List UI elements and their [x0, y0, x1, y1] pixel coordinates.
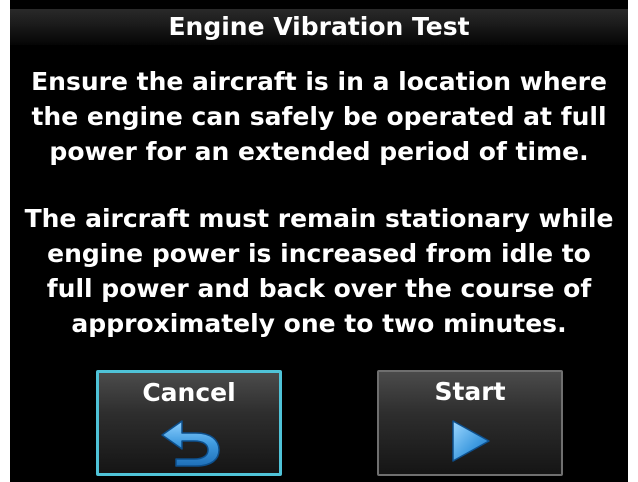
- page-title: Engine Vibration Test: [10, 9, 628, 45]
- start-button-label: Start: [434, 377, 506, 406]
- cancel-button[interactable]: Cancel: [96, 370, 282, 476]
- start-button[interactable]: Start: [377, 370, 563, 476]
- safety-instruction-text: Ensure the aircraft is in a location whe…: [31, 67, 607, 166]
- display-screen: Engine Vibration Test Ensure the aircraf…: [10, 0, 628, 482]
- procedure-instruction-text: The aircraft must remain stationary whil…: [24, 204, 614, 338]
- play-triangle-icon: [452, 420, 490, 462]
- cancel-button-label: Cancel: [142, 378, 236, 407]
- return-arrow-icon: [161, 420, 220, 467]
